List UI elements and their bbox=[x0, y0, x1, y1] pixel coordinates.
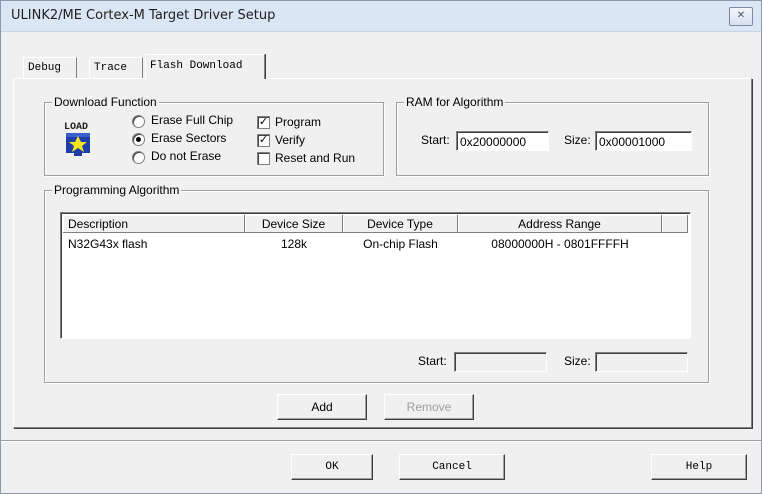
verify-checkbox[interactable]: ✓ bbox=[257, 134, 270, 147]
tab-flash-download[interactable]: Flash Download bbox=[145, 54, 265, 79]
row-device-size: 128k bbox=[280, 237, 308, 251]
close-icon: ✕ bbox=[736, 10, 746, 21]
tab-debug-label: Debug bbox=[28, 62, 62, 74]
row-device-type: On-chip Flash bbox=[363, 237, 438, 251]
download-function-title: Download Function bbox=[52, 95, 159, 109]
algo-size-input[interactable] bbox=[595, 352, 688, 372]
programming-algorithm-title: Programming Algorithm bbox=[52, 183, 182, 197]
row-description: N32G43x flash bbox=[68, 237, 148, 251]
ok-button[interactable]: OK bbox=[291, 454, 373, 480]
tab-debug[interactable]: Debug bbox=[23, 57, 77, 78]
radio-selected-dot bbox=[136, 137, 141, 142]
reset-and-run-label: Reset and Run bbox=[275, 151, 356, 165]
erase-full-chip-radio[interactable] bbox=[132, 115, 145, 128]
ram-start-label: Start: bbox=[421, 133, 450, 147]
programming-algorithm-group: Programming Algorithm Description Device… bbox=[44, 183, 709, 383]
program-checkbox[interactable]: ✓ bbox=[257, 116, 270, 129]
program-label: Program bbox=[275, 115, 322, 129]
row-address-range: 08000000H - 0801FFFFH bbox=[491, 237, 629, 251]
column-header-device-type[interactable]: Device Type bbox=[343, 215, 458, 233]
footer-separator bbox=[1, 440, 761, 442]
algorithm-list-header: Description Device Size Device Type Addr… bbox=[63, 215, 688, 233]
algo-start-label: Start: bbox=[418, 354, 447, 368]
algo-size-label: Size: bbox=[564, 354, 591, 368]
algorithm-list[interactable]: Description Device Size Device Type Addr… bbox=[60, 212, 691, 339]
close-button[interactable]: ✕ bbox=[729, 7, 753, 26]
ram-for-algorithm-title: RAM for Algorithm bbox=[404, 95, 506, 109]
window-title: ULINK2/ME Cortex-M Target Driver Setup bbox=[11, 8, 276, 23]
download-function-group: Download Function LOAD Erase Full Chip E… bbox=[44, 95, 384, 176]
flash-download-panel: Download Function LOAD Erase Full Chip E… bbox=[13, 78, 752, 428]
column-header-filler bbox=[662, 215, 688, 233]
load-icon-text: LOAD bbox=[64, 122, 88, 133]
add-button[interactable]: Add bbox=[277, 394, 367, 420]
load-icon: LOAD bbox=[63, 119, 93, 157]
ram-size-label: Size: bbox=[564, 133, 591, 147]
cancel-button[interactable]: Cancel bbox=[399, 454, 505, 480]
ram-start-input[interactable]: 0x20000000 bbox=[456, 131, 549, 151]
do-not-erase-radio[interactable] bbox=[132, 151, 145, 164]
tab-trace-label: Trace bbox=[94, 62, 128, 74]
remove-button[interactable]: Remove bbox=[384, 394, 474, 420]
verify-label: Verify bbox=[275, 133, 306, 147]
column-header-description[interactable]: Description bbox=[63, 215, 245, 233]
tab-trace[interactable]: Trace bbox=[89, 57, 143, 78]
checkmark-icon: ✓ bbox=[258, 115, 269, 128]
algo-start-input[interactable] bbox=[454, 352, 547, 372]
help-button[interactable]: Help bbox=[651, 454, 747, 480]
erase-full-chip-label: Erase Full Chip bbox=[151, 113, 234, 127]
do-not-erase-label: Do not Erase bbox=[151, 149, 222, 163]
erase-sectors-radio[interactable] bbox=[132, 133, 145, 146]
title-bar: ULINK2/ME Cortex-M Target Driver Setup ✕ bbox=[1, 1, 761, 32]
reset-and-run-checkbox[interactable] bbox=[257, 152, 270, 165]
tab-flash-download-label: Flash Download bbox=[150, 60, 243, 72]
dialog-window: ULINK2/ME Cortex-M Target Driver Setup ✕… bbox=[0, 0, 762, 494]
ram-size-input[interactable]: 0x00001000 bbox=[595, 131, 692, 151]
column-header-device-size[interactable]: Device Size bbox=[245, 215, 343, 233]
erase-sectors-label: Erase Sectors bbox=[151, 131, 227, 145]
checkmark-icon: ✓ bbox=[258, 133, 269, 146]
column-header-address-range[interactable]: Address Range bbox=[458, 215, 662, 233]
ram-for-algorithm-group: RAM for Algorithm Start: 0x20000000 Size… bbox=[396, 95, 709, 176]
